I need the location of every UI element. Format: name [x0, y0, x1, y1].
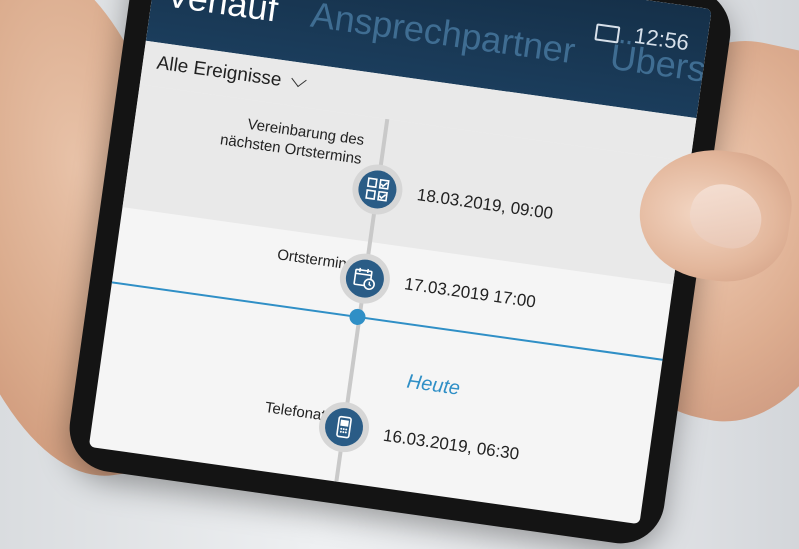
event-2-label: Ortstermin [276, 246, 348, 273]
tab-uebersicht[interactable]: Übers [608, 36, 709, 90]
event-filter-label: Alle Ereignisse [155, 52, 283, 91]
today-divider [88, 273, 712, 373]
event-2-date: 17.03.2019 17:00 [403, 274, 537, 312]
phone-screen: 12:56 Verlauf Ansprechpartner Übers Alle… [88, 0, 712, 525]
phone-device: 12:56 Verlauf Ansprechpartner Übers Alle… [63, 0, 737, 549]
event-3-label: Telefonat [263, 399, 327, 425]
event-filter-dropdown[interactable]: Alle Ereignisse [155, 52, 307, 95]
tab-verlauf[interactable]: Verlauf [164, 0, 281, 30]
tab-ansprechpartner[interactable]: Ansprechpartner [308, 0, 577, 71]
checklist-icon [365, 177, 390, 202]
phone-icon [336, 415, 352, 439]
calendar-clock-icon [353, 267, 375, 291]
today-marker-dot [348, 307, 367, 326]
event-3-date: 16.03.2019, 06:30 [381, 425, 521, 464]
today-label: Heute [399, 369, 468, 402]
chevron-down-icon [290, 71, 307, 88]
